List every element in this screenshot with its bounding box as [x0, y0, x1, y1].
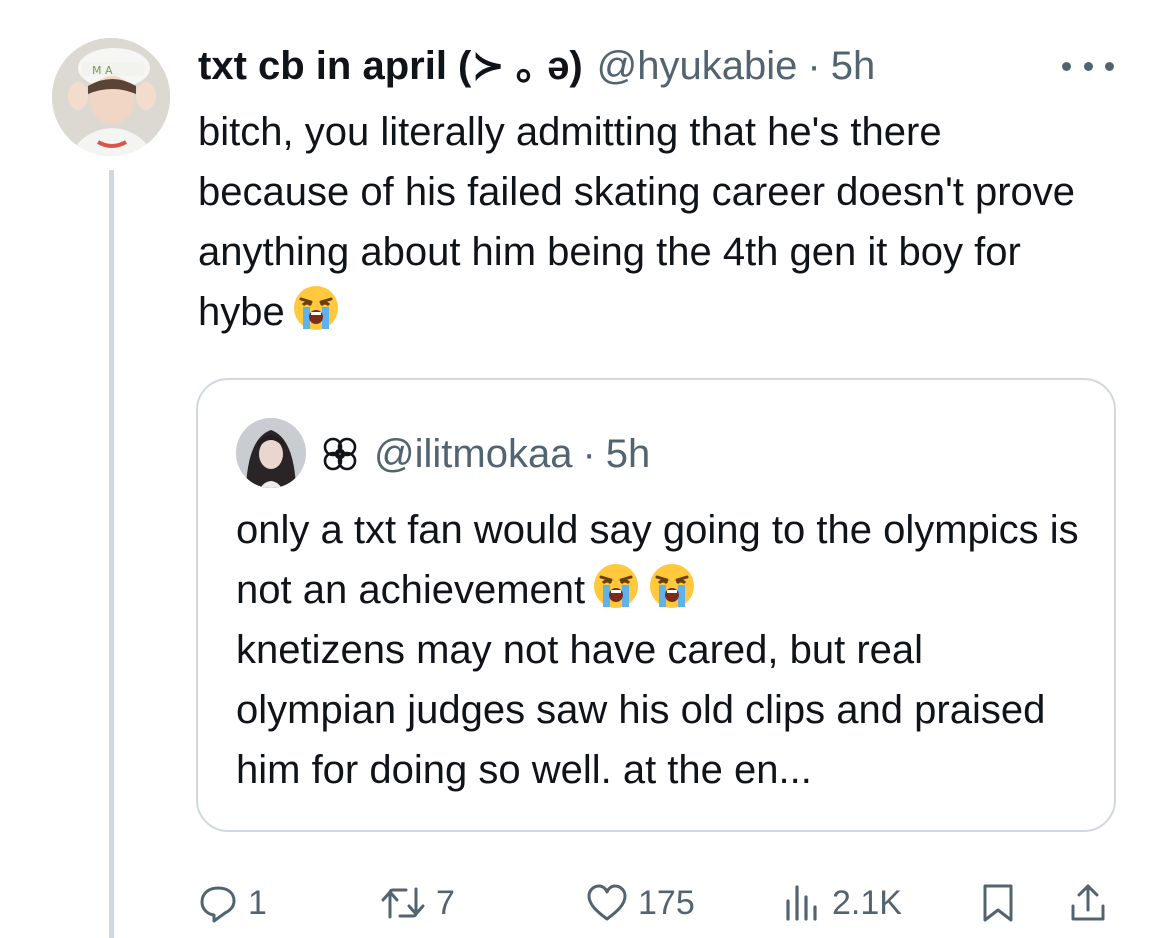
- share-button[interactable]: [1068, 874, 1108, 932]
- more-dot: [1105, 61, 1114, 71]
- reply-button[interactable]: 1: [198, 874, 267, 932]
- author-display-name[interactable]: txt cb in april (≻ ｡ ə): [198, 38, 583, 94]
- more-options-icon[interactable]: [1062, 52, 1114, 80]
- like-button[interactable]: 175: [586, 874, 695, 932]
- quoted-tweet-text: only a txt fan would say going to the ol…: [236, 500, 1086, 800]
- repost-icon: [381, 887, 425, 919]
- repost-count: 7: [436, 883, 455, 922]
- tweet-header: txt cb in april (≻ ｡ ə) @hyukabie · 5h: [198, 38, 875, 94]
- more-dot: [1062, 61, 1071, 71]
- author-handle[interactable]: @hyukabie: [597, 38, 798, 94]
- header-separator: ·: [807, 44, 821, 88]
- loudly-crying-face-icon: [650, 564, 695, 608]
- heart-icon: [587, 884, 627, 921]
- quoted-header: @ilitmokaa · 5h: [320, 426, 650, 482]
- loudly-crying-face-icon: [293, 286, 338, 330]
- quoted-timestamp[interactable]: 5h: [606, 432, 651, 477]
- more-dot: [1083, 61, 1093, 71]
- view-count: 2.1K: [832, 883, 902, 922]
- like-count: 175: [638, 883, 695, 922]
- views-button[interactable]: 2.1K: [782, 874, 902, 932]
- tweet-timestamp[interactable]: 5h: [831, 38, 876, 94]
- views-chart-icon: [786, 885, 817, 921]
- tweet-text: bitch, you literally admitting that he's…: [198, 102, 1098, 342]
- repost-button[interactable]: 7: [380, 874, 455, 932]
- reply-icon: [200, 886, 236, 923]
- quoted-author-avatar[interactable]: [236, 418, 306, 488]
- quoted-header-separator: ·: [582, 431, 596, 476]
- author-avatar[interactable]: M A: [52, 38, 170, 156]
- action-bar: 1 7 175 2.1K: [198, 874, 1114, 932]
- thread-line: [109, 170, 114, 938]
- flower-icon: [323, 437, 357, 471]
- quoted-avatar-image: [236, 418, 306, 488]
- author-avatar-image: M A: [52, 38, 170, 156]
- bookmark-button[interactable]: [980, 874, 1016, 932]
- quoted-author-handle[interactable]: @ilitmokaa: [374, 432, 572, 477]
- loudly-crying-face-icon: [594, 564, 639, 608]
- quoted-text-line2: knetizens may not have cared, but real o…: [236, 628, 1046, 792]
- bookmark-icon: [983, 884, 1013, 922]
- svg-text:M A: M A: [92, 64, 113, 77]
- reply-count: 1: [248, 883, 267, 922]
- share-icon: [1071, 884, 1105, 921]
- quoted-tweet[interactable]: @ilitmokaa · 5h only a txt fan would say…: [196, 378, 1116, 832]
